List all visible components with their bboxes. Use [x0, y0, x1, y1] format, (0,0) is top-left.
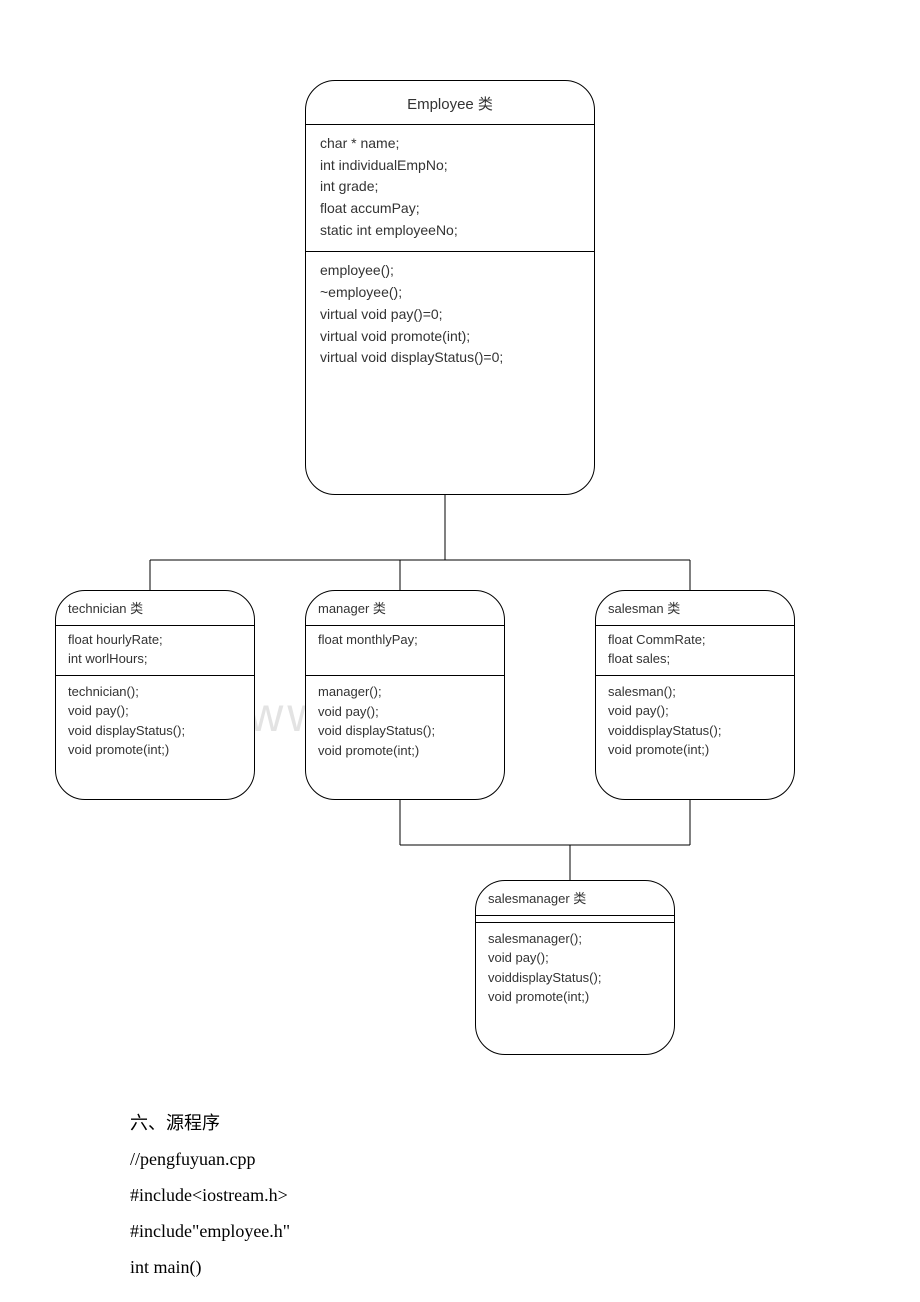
method-line: salesmanager(); — [488, 929, 664, 949]
class-salesman: salesman 类 float CommRate; float sales; … — [595, 590, 795, 800]
method-line: employee(); — [320, 260, 582, 282]
attr-line: float sales; — [608, 649, 784, 669]
method-line: salesman(); — [608, 682, 784, 702]
class-title: technician 类 — [56, 591, 254, 625]
method-line: void promote(int;) — [488, 987, 664, 1007]
method-line: void promote(int;) — [68, 740, 244, 760]
method-line: void pay(); — [318, 702, 494, 722]
method-line: virtual void promote(int); — [320, 326, 582, 348]
method-line: void pay(); — [608, 701, 784, 721]
methods-section: manager(); void pay(); void displayStatu… — [306, 676, 504, 768]
attr-line: char * name; — [320, 133, 582, 155]
attr-line: float accumPay; — [320, 198, 582, 220]
class-title: manager 类 — [306, 591, 504, 625]
class-title: salesmanager 类 — [476, 881, 674, 915]
method-line: ~employee(); — [320, 282, 582, 304]
code-line: #include<iostream.h> — [130, 1177, 830, 1213]
class-manager: manager 类 float monthlyPay; manager(); v… — [305, 590, 505, 800]
attr-line: int grade; — [320, 176, 582, 198]
methods-section: salesmanager(); void pay(); voiddisplayS… — [476, 923, 674, 1015]
class-employee: Employee 类 char * name; int individualEm… — [305, 80, 595, 495]
attributes-section: float CommRate; float sales; — [596, 626, 794, 675]
attr-line: int individualEmpNo; — [320, 155, 582, 177]
attributes-section: float monthlyPay; — [306, 626, 504, 676]
attr-line: static int employeeNo; — [320, 220, 582, 242]
page: www. .c Employee 类 char * name; int indi… — [0, 0, 920, 1302]
class-technician: technician 类 float hourlyRate; int worlH… — [55, 590, 255, 800]
method-line: void pay(); — [68, 701, 244, 721]
method-line: void promote(int;) — [318, 741, 494, 761]
method-line: void displayStatus(); — [318, 721, 494, 741]
attr-line: float monthlyPay; — [318, 630, 494, 650]
code-line: #include"employee.h" — [130, 1213, 830, 1249]
source-code-block: 六、源程序 //pengfuyuan.cpp #include<iostream… — [130, 1105, 830, 1285]
class-title: Employee 类 — [306, 81, 594, 124]
method-line: voiddisplayStatus(); — [608, 721, 784, 741]
code-line: //pengfuyuan.cpp — [130, 1141, 830, 1177]
class-title: salesman 类 — [596, 591, 794, 625]
attributes-section: char * name; int individualEmpNo; int gr… — [306, 125, 594, 251]
methods-section: technician(); void pay(); void displaySt… — [56, 676, 254, 768]
attr-line: int worlHours; — [68, 649, 244, 669]
section-heading: 六、源程序 — [130, 1105, 830, 1141]
method-line: virtual void pay()=0; — [320, 304, 582, 326]
code-line: int main() — [130, 1249, 830, 1285]
method-line: voiddisplayStatus(); — [488, 968, 664, 988]
method-line: technician(); — [68, 682, 244, 702]
methods-section: employee(); ~employee(); virtual void pa… — [306, 252, 594, 378]
class-salesmanager: salesmanager 类 salesmanager(); void pay(… — [475, 880, 675, 1055]
attributes-section: float hourlyRate; int worlHours; — [56, 626, 254, 675]
method-line: virtual void displayStatus()=0; — [320, 347, 582, 369]
method-line: void displayStatus(); — [68, 721, 244, 741]
uml-diagram: www. .c Employee 类 char * name; int indi… — [50, 80, 810, 1070]
method-line: void promote(int;) — [608, 740, 784, 760]
method-line: manager(); — [318, 682, 494, 702]
method-line: void pay(); — [488, 948, 664, 968]
attr-line: float hourlyRate; — [68, 630, 244, 650]
attr-line: float CommRate; — [608, 630, 784, 650]
methods-section: salesman(); void pay(); voiddisplayStatu… — [596, 676, 794, 768]
